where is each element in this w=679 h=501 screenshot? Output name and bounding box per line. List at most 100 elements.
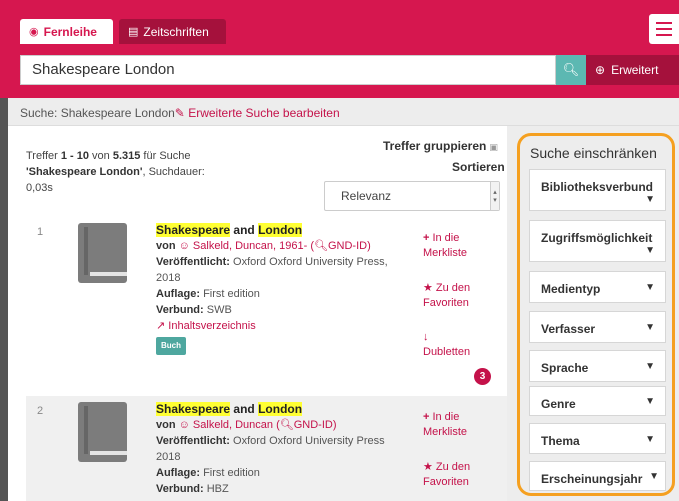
facet-zugriffsmoeglichkeit[interactable]: Zugriffsmöglichkeit ▼ — [529, 220, 666, 262]
edit-icon: ✎ — [174, 106, 185, 120]
summary-range: 1 - 10 — [60, 150, 89, 162]
author-link[interactable]: ☺ Salkeld, Duncan, 1961- — [179, 240, 308, 252]
caret-down-icon: ▼ — [649, 471, 659, 482]
breadcrumb: Suche: Shakespeare London✎ Erweiterte Su… — [8, 98, 679, 126]
search-icon: 🔍︎ — [314, 240, 328, 252]
edition-label: Auflage: — [156, 288, 200, 300]
menu-icon[interactable] — [649, 14, 679, 44]
newspaper-icon: ▤ — [128, 26, 139, 38]
result-number: 2 — [37, 405, 44, 417]
title-part: Shakespeare — [156, 223, 231, 237]
caret-down-icon: ▼ — [645, 282, 655, 293]
add-to-favorites-button[interactable]: ★ Zu den Favoriten — [423, 460, 487, 490]
page-edge — [0, 98, 8, 501]
facet-label: Bibliotheksverbund — [541, 180, 654, 194]
facet-label: Medientyp — [541, 282, 601, 296]
by-label: von — [156, 240, 176, 252]
caret-down-icon: ▼ — [645, 322, 655, 333]
edition-value: First edition — [203, 467, 260, 479]
result-details: Shakespeare and London von ☺ Salkeld, Du… — [156, 401, 411, 497]
facet-label: Zugriffsmöglichkeit — [541, 231, 653, 245]
user-icon: ☺ — [178, 419, 190, 431]
caret-down-icon: ▼ — [645, 434, 655, 445]
facet-sprache[interactable]: Sprache ▼ — [529, 350, 666, 382]
title-part: and — [233, 402, 255, 416]
author-name: Salkeld, Duncan, 1961- — [192, 240, 308, 252]
search-query-text: Suche: Shakespeare London — [20, 106, 175, 120]
summary-of: von — [88, 150, 113, 162]
facet-verfasser[interactable]: Verfasser ▼ — [529, 311, 666, 343]
tab-zeitschriften[interactable]: ▤ Zeitschriften — [119, 19, 226, 44]
group-results-toggle[interactable]: Treffer gruppieren ▣ — [383, 139, 498, 153]
edition-label: Auflage: — [156, 467, 200, 479]
summary-for: für Suche — [140, 150, 191, 162]
tab-label: Zeitschriften — [143, 24, 209, 39]
book-icon[interactable] — [78, 402, 127, 462]
type-badge: Buch — [156, 337, 186, 355]
search-input[interactable]: Shakespeare London — [20, 55, 556, 85]
edit-search-label: Erweiterte Suche bearbeiten — [188, 106, 340, 120]
search-plus-icon: ⊕ — [595, 63, 606, 77]
facet-medientyp[interactable]: Medientyp ▼ — [529, 271, 666, 303]
add-to-favorites-button[interactable]: ★ Zu den Favoriten — [423, 281, 487, 311]
facet-erscheinungsjahr[interactable]: Erscheinungsjahr ▼ — [529, 461, 666, 491]
facet-thema[interactable]: Thema ▼ — [529, 423, 666, 454]
network-label: Verbund: — [156, 304, 204, 316]
plus-icon: + — [423, 411, 430, 423]
facet-label: Verfasser — [541, 322, 596, 336]
group-label: Treffer gruppieren — [383, 139, 487, 153]
facet-label: Genre — [541, 397, 576, 411]
tab-label: Fernleihe — [43, 24, 97, 39]
arrow-down-icon: ↓ — [423, 331, 429, 343]
result-title[interactable]: Shakespeare and London — [156, 222, 411, 238]
add-to-watchlist-button[interactable]: + In die Merkliste — [423, 410, 487, 440]
duplicates-count-badge: 3 — [474, 368, 491, 385]
advanced-search-button[interactable]: ⊕ Erweitert — [586, 55, 679, 85]
toc-label: Inhaltsverzeichnis — [168, 320, 256, 332]
plus-icon: + — [423, 232, 430, 244]
result-title[interactable]: Shakespeare and London — [156, 401, 411, 417]
caret-down-icon: ▼ — [645, 194, 655, 205]
facet-genre[interactable]: Genre ▼ — [529, 386, 666, 416]
summary-prefix: Treffer — [26, 150, 61, 162]
globe-icon: ◉ — [29, 26, 39, 38]
star-icon: ★ — [423, 282, 433, 294]
result-item: 2 Shakespeare and London von ☺ Salkeld, … — [26, 396, 507, 501]
author-link[interactable]: ☺ Salkeld, Duncan — [179, 419, 273, 431]
sort-label: Sortieren — [452, 160, 505, 174]
sidebar-title: Suche einschränken — [530, 145, 657, 161]
gnd-label: GND-ID — [327, 240, 368, 252]
add-to-watchlist-button[interactable]: + In die Merkliste — [423, 231, 487, 261]
summary-query: 'Shakespeare London' — [26, 166, 143, 178]
author-name: Salkeld, Duncan — [192, 419, 274, 431]
watchlist-label: In die Merkliste — [423, 411, 468, 438]
network-label: Verbund: — [156, 483, 204, 495]
title-part: and — [233, 223, 255, 237]
summary-total: 5.315 — [112, 150, 141, 162]
search-button[interactable]: 🔍︎ — [556, 55, 586, 85]
watchlist-label: In die Merkliste — [423, 232, 468, 259]
result-details: Shakespeare and London von ☺ Salkeld, Du… — [156, 222, 411, 355]
duplicates-label: Dubletten — [423, 346, 471, 358]
star-icon: ★ — [423, 461, 433, 473]
sort-select[interactable]: Relevanz ▴ ▾ — [324, 181, 500, 211]
gnd-link[interactable]: (🔍︎GND-ID) — [276, 419, 336, 431]
summary-duration: 0,03s — [26, 182, 53, 194]
facet-label: Sprache — [541, 361, 589, 375]
result-number: 1 — [37, 226, 44, 238]
toc-link[interactable]: ↗ Inhaltsverzeichnis — [156, 318, 411, 334]
top-bar: ◉ Fernleihe ▤ Zeitschriften Shakespeare … — [0, 0, 679, 98]
search-icon: 🔍︎ — [279, 419, 294, 431]
facet-bibliotheksverbund[interactable]: Bibliotheksverbund ▼ — [529, 169, 666, 211]
edit-search-link[interactable]: ✎ Erweiterte Suche bearbeiten — [175, 106, 340, 120]
network-value: SWB — [206, 304, 232, 316]
duplicates-button[interactable]: ↓ Dubletten — [423, 330, 487, 360]
book-icon[interactable] — [78, 223, 127, 283]
facet-label: Erscheinungsjahr — [541, 472, 643, 486]
tab-fernleihe[interactable]: ◉ Fernleihe — [20, 19, 113, 44]
user-icon: ☺ — [178, 240, 190, 252]
caret-down-icon: ▼ — [645, 245, 655, 256]
gnd-link[interactable]: (🔍︎GND-ID) — [310, 240, 370, 252]
checkbox-icon[interactable]: ▣ — [489, 142, 498, 152]
network-value: HBZ — [206, 483, 229, 495]
